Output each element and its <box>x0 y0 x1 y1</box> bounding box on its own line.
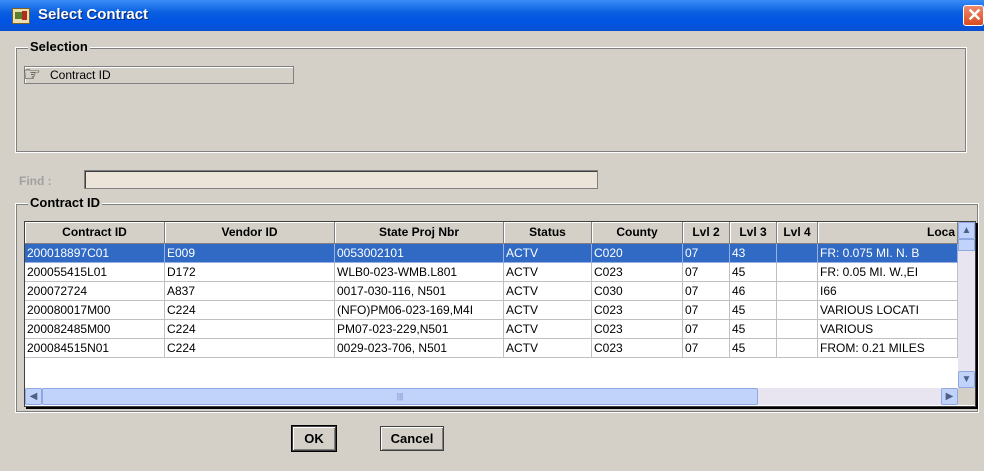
find-input[interactable] <box>84 170 598 189</box>
title-bar[interactable]: Select Contract ✕ <box>0 0 984 31</box>
table-row[interactable]: 200082485M00 C224 PM07-023-229,N501 ACTV C02… <box>25 320 958 339</box>
table-cell: 200018897C01 <box>25 244 165 263</box>
table-cell: 200080017M00 <box>25 301 165 320</box>
column-header[interactable]: State Proj Nbr <box>335 222 504 244</box>
column-header[interactable]: Contract ID <box>25 222 165 244</box>
app-icon <box>12 8 30 24</box>
table-row[interactable]: 200018897C01 E009 0053002101 ACTV C020 07 43 FR… <box>25 244 958 263</box>
table-cell: 200084515N01 <box>25 339 165 358</box>
table-cell: WLB0-023-WMB.L801 <box>335 263 504 282</box>
table-cell: I66 <box>818 282 958 301</box>
table-cell: 0017-030-116, N501 <box>335 282 504 301</box>
table-cell: 07 <box>683 320 730 339</box>
table-cell: VARIOUS <box>818 320 958 339</box>
table-cell: ACTV <box>504 263 592 282</box>
select-contract-dialog: Select Contract ✕ Selection ☞ Contract I… <box>0 0 984 471</box>
horizontal-scroll-thumb[interactable]: ||| <box>42 388 758 405</box>
table-cell: C224 <box>165 339 335 358</box>
grid-header: Contract ID Vendor ID State Proj Nbr Status… <box>25 222 958 244</box>
vertical-scroll-thumb[interactable] <box>958 239 975 251</box>
selection-group <box>15 47 967 153</box>
table-cell <box>777 263 818 282</box>
table-cell: C023 <box>592 339 683 358</box>
table-cell: C023 <box>592 320 683 339</box>
table-cell: 45 <box>730 320 777 339</box>
table-cell: 200055415L01 <box>25 263 165 282</box>
table-cell: C224 <box>165 301 335 320</box>
table-cell: 46 <box>730 282 777 301</box>
table-cell: PM07-023-229,N501 <box>335 320 504 339</box>
table-cell: C224 <box>165 320 335 339</box>
scroll-up-button[interactable]: ▲ <box>958 222 975 239</box>
table-cell: C023 <box>592 301 683 320</box>
selection-legend: Selection <box>28 39 90 54</box>
scroll-left-button[interactable]: ◀ <box>25 388 42 405</box>
table-cell <box>777 301 818 320</box>
table-cell: ACTV <box>504 339 592 358</box>
table-cell: 07 <box>683 339 730 358</box>
scroll-down-button[interactable]: ▼ <box>958 371 975 388</box>
column-header[interactable]: Lvl 3 <box>730 222 777 244</box>
ok-button[interactable]: OK <box>291 425 337 452</box>
column-header[interactable]: County <box>592 222 683 244</box>
scroll-right-button[interactable]: ▶ <box>941 388 958 405</box>
find-label: Find : <box>19 174 52 188</box>
selection-item-label: Contract ID <box>50 68 111 82</box>
table-cell: E009 <box>165 244 335 263</box>
table-cell: 43 <box>730 244 777 263</box>
table-cell <box>777 244 818 263</box>
table-cell: ACTV <box>504 320 592 339</box>
table-cell <box>777 282 818 301</box>
table-cell: C020 <box>592 244 683 263</box>
table-cell: FR: 0.05 MI. W.,EI <box>818 263 958 282</box>
table-cell: 200072724 <box>25 282 165 301</box>
column-header[interactable]: Lvl 4 <box>777 222 818 244</box>
table-cell: ACTV <box>504 301 592 320</box>
table-cell: VARIOUS LOCATI <box>818 301 958 320</box>
dialog-body: Selection ☞ Contract ID Find : Contract … <box>7 31 981 471</box>
pointing-hand-icon: ☞ <box>23 64 41 86</box>
column-header[interactable]: Status <box>504 222 592 244</box>
horizontal-scrollbar[interactable]: ◀ ||| ▶ <box>25 388 958 405</box>
table-cell: 0053002101 <box>335 244 504 263</box>
table-cell: A837 <box>165 282 335 301</box>
table-row[interactable]: 200080017M00 C224 (NFO)PM06-023-169,M4I ACT… <box>25 301 958 320</box>
table-cell <box>777 320 818 339</box>
table-cell: 200082485M00 <box>25 320 165 339</box>
window-title: Select Contract <box>38 6 149 23</box>
table-cell: C030 <box>592 282 683 301</box>
contract-id-legend: Contract ID <box>28 195 103 210</box>
table-cell: 45 <box>730 263 777 282</box>
table-cell: C023 <box>592 263 683 282</box>
table-cell: ACTV <box>504 244 592 263</box>
table-cell: 45 <box>730 339 777 358</box>
column-header[interactable]: Vendor ID <box>165 222 335 244</box>
table-cell: 07 <box>683 263 730 282</box>
table-cell <box>777 339 818 358</box>
column-header[interactable]: Loca <box>818 222 958 244</box>
table-cell: 07 <box>683 244 730 263</box>
table-cell: ACTV <box>504 282 592 301</box>
vertical-scrollbar[interactable]: ▲ ▼ <box>958 222 975 388</box>
close-icon: ✕ <box>967 5 983 25</box>
table-cell: D172 <box>165 263 335 282</box>
table-cell: 0029-023-706, N501 <box>335 339 504 358</box>
table-cell: 07 <box>683 301 730 320</box>
table-cell: (NFO)PM06-023-169,M4I <box>335 301 504 320</box>
close-button[interactable]: ✕ <box>963 5 984 26</box>
table-cell: 07 <box>683 282 730 301</box>
cancel-button[interactable]: Cancel <box>380 426 444 451</box>
table-cell: FR: 0.075 MI. N. B <box>818 244 958 263</box>
scroll-corner <box>958 388 975 405</box>
contract-grid: Contract ID Vendor ID State Proj Nbr Status… <box>24 221 976 407</box>
column-header[interactable]: Lvl 2 <box>683 222 730 244</box>
table-row[interactable]: 200055415L01 D172 WLB0-023-WMB.L801 ACTV C02… <box>25 263 958 282</box>
selection-contract-id-button[interactable]: ☞ Contract ID <box>23 64 294 86</box>
table-row[interactable]: 200084515N01 C224 0029-023-706, N501 ACTV C0… <box>25 339 958 358</box>
table-cell: FROM: 0.21 MILES <box>818 339 958 358</box>
table-cell: 45 <box>730 301 777 320</box>
table-row[interactable]: 200072724 A837 0017-030-116, N501 ACTV C030 0… <box>25 282 958 301</box>
